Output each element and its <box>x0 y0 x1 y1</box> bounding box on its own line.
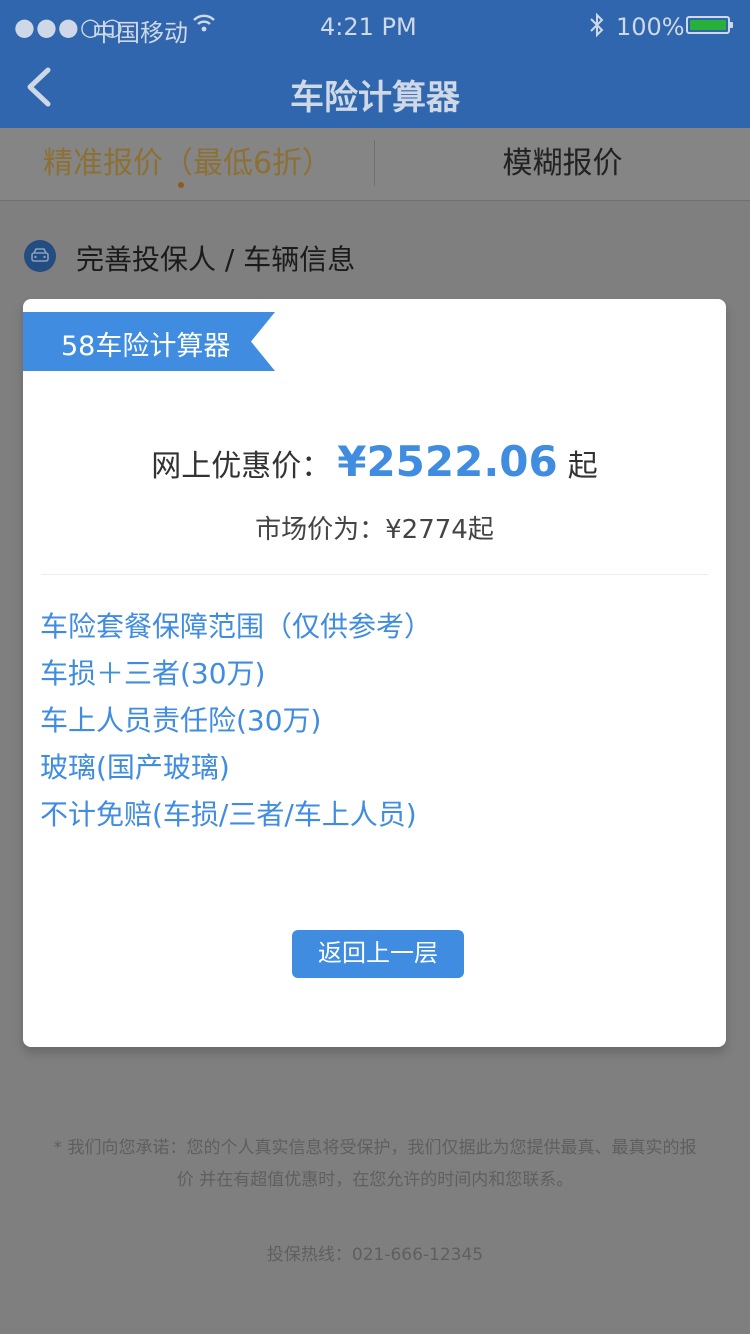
battery-icon <box>686 16 733 34</box>
coverage-item: 车险套餐保障范围（仅供参考） <box>40 610 433 643</box>
car-icon <box>24 240 56 272</box>
tab-precise-quote[interactable]: 精准报价（最低6折） <box>0 128 375 200</box>
carrier-name: 中国移动 <box>92 19 188 47</box>
online-price: 网上优惠价： ¥2522.06 起 <box>23 437 726 486</box>
tab-fuzzy-quote[interactable]: 模糊报价 <box>375 128 750 200</box>
online-price-value: ¥2522.06 <box>337 437 558 486</box>
market-price: 市场价为：¥2774起 <box>255 515 494 545</box>
nav-bar: 车险计算器 <box>0 52 750 128</box>
modal-divider <box>41 574 708 575</box>
info-row-label: 完善投保人 / 车辆信息 <box>76 243 356 276</box>
wifi-icon <box>192 11 216 41</box>
active-tab-indicator <box>178 182 184 188</box>
back-button[interactable]: 返回上一层 <box>292 930 464 978</box>
online-price-suffix: 起 <box>567 449 598 484</box>
hotline-text: 投保热线：021-666-12345 <box>266 1245 484 1265</box>
page-title: 车险计算器 <box>290 78 460 118</box>
status-time: 4:21 PM <box>320 13 417 41</box>
coverage-item: 不计免赔(车损/三者/车上人员) <box>40 798 417 831</box>
bluetooth-icon <box>588 11 606 45</box>
coverage-list: 车险套餐保障范围（仅供参考） 车损＋三者(30万) 车上人员责任险(30万) 玻… <box>40 607 432 842</box>
coverage-item: 车上人员责任险(30万) <box>40 704 322 737</box>
privacy-note: * 我们向您承诺：您的个人真实信息将受保护，我们仅据此为您提供最真、最真实的报价… <box>53 1138 697 1190</box>
coverage-item: 车损＋三者(30万) <box>40 657 266 690</box>
battery-fill <box>690 20 726 30</box>
quote-tabs: 精准报价（最低6折） 模糊报价 <box>0 128 750 201</box>
status-bar: ●●●○○ 中国移动 4:21 PM 100% <box>0 0 750 52</box>
online-price-label: 网上优惠价： <box>151 449 332 484</box>
quote-result-modal: 58车险计算器 网上优惠价： ¥2522.06 起 市场价为：¥2774起 车险套餐… <box>23 299 726 1047</box>
battery-percent: 100% <box>616 13 685 41</box>
coverage-item: 玻璃(国产玻璃) <box>40 751 230 784</box>
modal-ribbon-title: 58车险计算器 <box>61 331 231 362</box>
